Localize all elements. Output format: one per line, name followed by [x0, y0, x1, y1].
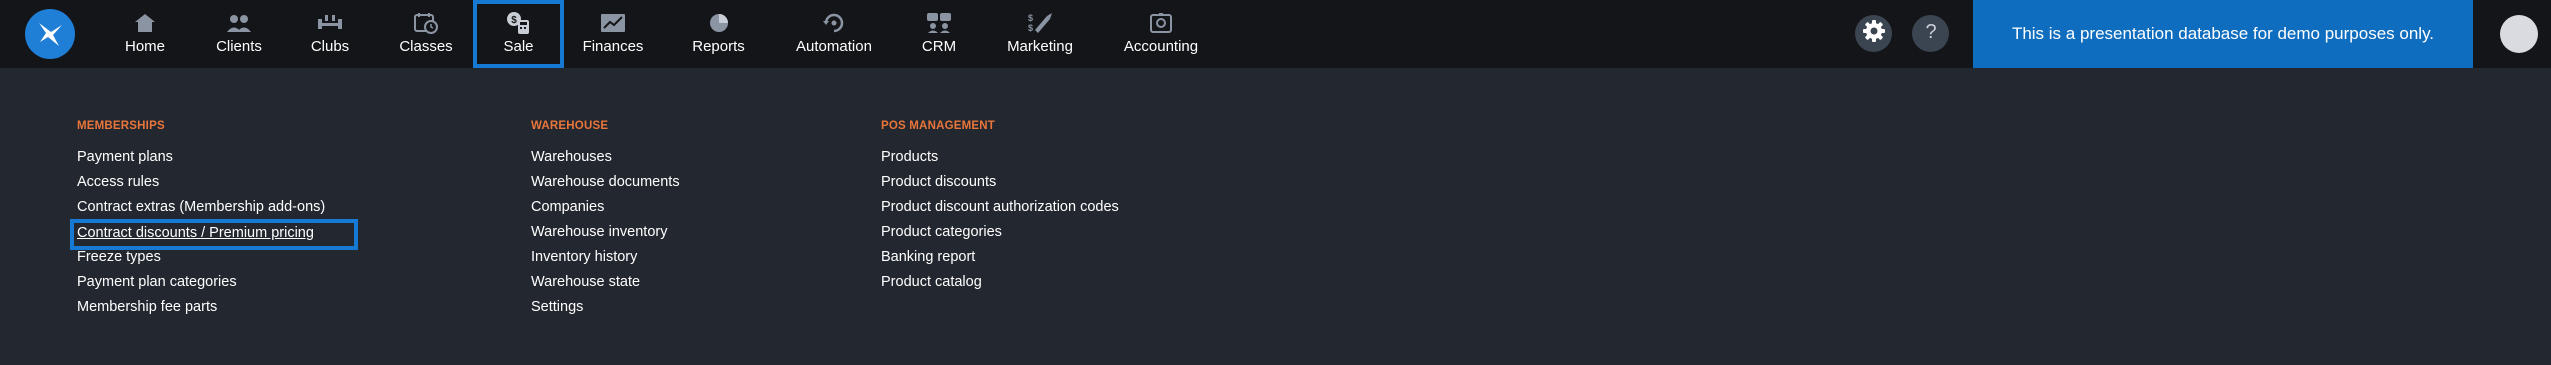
nav-crm[interactable]: CRM — [920, 0, 958, 68]
menu-link-product-catalog[interactable]: Product catalog — [881, 273, 1119, 298]
warehouse-column: WAREHOUSE Warehouses Warehouse documents… — [531, 120, 680, 323]
nav-automation[interactable]: Automation — [793, 0, 875, 68]
sale-icon: $ — [505, 11, 533, 35]
memberships-heading: MEMBERSHIPS — [77, 120, 165, 132]
nav-clients-label: Clients — [216, 38, 262, 55]
menu-link-warehouse-state[interactable]: Warehouse state — [531, 273, 680, 298]
menu-link-access-rules[interactable]: Access rules — [77, 173, 354, 198]
marketing-icon: $ $ — [1026, 11, 1054, 35]
nav-clients[interactable]: Clients — [210, 0, 268, 68]
svg-text:?: ? — [1925, 21, 1936, 42]
nav-home[interactable]: Home — [120, 0, 170, 68]
clubs-icon — [316, 11, 344, 35]
menu-link-freeze-types[interactable]: Freeze types — [77, 248, 354, 273]
menu-link-warehouse-inventory[interactable]: Warehouse inventory — [531, 223, 680, 248]
svg-text:$: $ — [1028, 13, 1033, 23]
pos-management-column: POS MANAGEMENT Products Product discount… — [881, 120, 1119, 298]
nav-reports[interactable]: Reports — [690, 0, 747, 68]
home-icon — [131, 11, 159, 35]
menu-link-warehouses[interactable]: Warehouses — [531, 148, 680, 173]
nav-classes-label: Classes — [399, 38, 453, 55]
nav-marketing[interactable]: $ $ Marketing — [1004, 0, 1076, 68]
nav-automation-label: Automation — [796, 38, 872, 55]
nav-sale[interactable]: $ Sale — [473, 0, 564, 68]
nav-reports-label: Reports — [692, 38, 745, 55]
nav-accounting-label: Accounting — [1123, 38, 1199, 55]
reports-icon — [705, 11, 733, 35]
app-logo-icon[interactable] — [25, 9, 75, 59]
nav-clubs-label: Clubs — [310, 38, 350, 55]
accounting-icon — [1147, 11, 1175, 35]
gear-icon — [1862, 19, 1886, 48]
automation-icon — [820, 11, 848, 35]
nav-accounting[interactable]: Accounting — [1121, 0, 1201, 68]
menu-link-products[interactable]: Products — [881, 148, 1119, 173]
nav-crm-label: CRM — [921, 38, 957, 55]
memberships-column: MEMBERSHIPS Payment plans Access rules C… — [70, 120, 358, 323]
menu-link-contract-extras[interactable]: Contract extras (Membership add-ons) — [77, 198, 354, 223]
crm-icon — [925, 11, 953, 35]
nav-clubs[interactable]: Clubs — [307, 0, 353, 68]
classes-icon — [412, 11, 440, 35]
menu-link-banking-report[interactable]: Banking report — [881, 248, 1119, 273]
menu-link-warehouse-documents[interactable]: Warehouse documents — [531, 173, 680, 198]
nav-marketing-label: Marketing — [1007, 38, 1073, 55]
menu-link-settings[interactable]: Settings — [531, 298, 680, 323]
nav-finances-label: Finances — [582, 38, 644, 55]
top-navigation-bar: Home Clients Clubs Classes $ Sale Financ… — [0, 0, 2551, 68]
menu-link-product-discount-authorization-codes[interactable]: Product discount authorization codes — [881, 198, 1119, 223]
menu-link-membership-fee-parts[interactable]: Membership fee parts — [77, 298, 354, 323]
clients-icon — [225, 11, 253, 35]
nav-home-label: Home — [124, 38, 165, 55]
nav-sale-label: Sale — [503, 38, 534, 55]
svg-text:$: $ — [511, 15, 517, 26]
demo-banner-text: This is a presentation database for demo… — [2011, 24, 2435, 43]
settings-button[interactable] — [1855, 15, 1892, 52]
nav-finances[interactable]: Finances — [580, 0, 646, 68]
menu-link-product-discounts[interactable]: Product discounts — [881, 173, 1119, 198]
nav-classes[interactable]: Classes — [396, 0, 456, 68]
menu-link-inventory-history[interactable]: Inventory history — [531, 248, 680, 273]
warehouse-heading: WAREHOUSE — [531, 120, 609, 132]
demo-banner: This is a presentation database for demo… — [1973, 0, 2473, 68]
menu-link-companies[interactable]: Companies — [531, 198, 680, 223]
pos-management-heading: POS MANAGEMENT — [881, 120, 995, 132]
menu-link-contract-discounts[interactable]: Contract discounts / Premium pricing — [70, 219, 358, 250]
help-button[interactable]: ? — [1912, 15, 1949, 52]
user-avatar[interactable] — [2500, 15, 2538, 53]
finances-icon — [599, 11, 627, 35]
menu-link-product-categories[interactable]: Product categories — [881, 223, 1119, 248]
question-mark-icon: ? — [1922, 20, 1940, 47]
menu-link-payment-plan-categories[interactable]: Payment plan categories — [77, 273, 354, 298]
menu-link-payment-plans[interactable]: Payment plans — [77, 148, 354, 173]
svg-text:$: $ — [1028, 23, 1033, 33]
